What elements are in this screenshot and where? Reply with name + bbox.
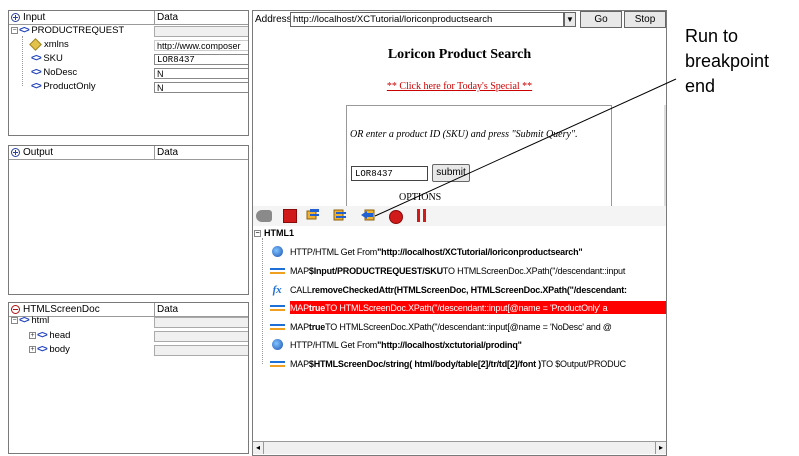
callout-line (374, 78, 677, 217)
callout-text: Run to breakpoint end (685, 24, 769, 99)
callout-line-2: breakpoint (685, 51, 770, 71)
callout-line-3: end (685, 76, 716, 96)
callout-line-1: Run to (685, 26, 739, 46)
